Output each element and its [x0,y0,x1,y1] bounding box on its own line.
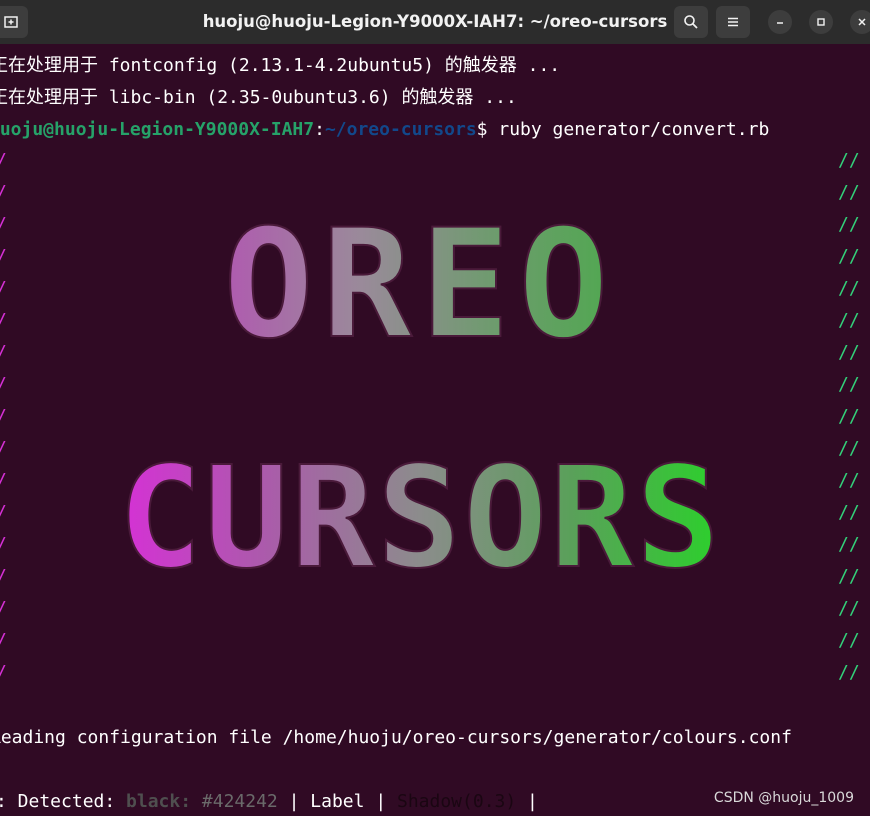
terminal-status-line: : Detected: black: #424242 | Label | Sha… [0,786,538,816]
banner-right-slashes: // [838,342,860,363]
banner-left-slash: / [0,342,7,363]
prompt-user-host: huoju@huoju-Legion-Y9000X-IAH7 [0,119,315,140]
banner-left-slash: / [0,598,7,619]
trigger-package: libc-bin (2.35-0ubuntu3.6) [98,87,402,108]
banner-right-slashes: // [838,470,860,491]
oreo-cursors-logo: OREO CURSORS [100,196,740,630]
banner-left-slash: / [0,438,7,459]
banner-left-slash: / [0,182,7,203]
banner-left-slash: / [0,310,7,331]
status-color-name: black: [126,791,192,812]
banner-top-rule [80,150,804,200]
prompt-colon: : [314,119,325,140]
status-separator-end: | [516,791,538,812]
terminal-prompt-line: huoju@huoju-Legion-Y9000X-IAH7:~/oreo-cu… [0,114,769,146]
banner-left-slash: / [0,662,7,683]
banner-left-slash: / [0,246,7,267]
banner-left-slash: / [0,534,7,555]
close-icon [858,18,866,26]
watermark: CSDN @huoju_1009 [713,790,854,806]
title-bar: huoju@huoju-Legion-Y9000X-IAH7: ~/oreo-c… [0,0,870,44]
banner-left-slash: / [0,630,7,651]
banner-left-slash: / [0,502,7,523]
banner-left-slash: / [0,470,7,491]
banner-bottom-rule [80,662,804,712]
trigger-tail: ... [516,55,561,76]
banner-left-slash: / [0,150,7,171]
status-shadow: Shadow(0.3) [397,791,517,812]
banner-left-slash: / [0,214,7,235]
prompt-dollar: $ [476,119,499,140]
terminal-reading-line: Reading configuration file /home/huoju/o… [0,727,792,748]
status-prefix: : Detected: [0,791,127,812]
search-icon [684,15,698,29]
banner-left-slash: / [0,566,7,587]
banner-right-slashes: // [838,438,860,459]
banner-right-slashes: // [838,214,860,235]
hamburger-menu-icon [728,17,738,27]
banner-right-slashes: // [838,406,860,427]
trigger-suffix: 的触发器 [401,87,474,108]
banner-right-slashes: // [838,598,860,619]
close-button[interactable] [850,10,870,34]
terminal-line-trigger-fontconfig: 正在处理用于 fontconfig (2.13.1-4.2ubuntu5) 的触… [0,50,560,82]
banner-right-slashes: // [838,630,860,651]
banner-right-slashes: // [838,502,860,523]
command-text: ruby generator/convert.rb [498,119,770,140]
banner-right-slashes: // [838,246,860,267]
banner-left-slash: / [0,278,7,299]
banner-right-slashes: // [838,150,860,171]
trigger-package: fontconfig (2.13.1-4.2ubuntu5) [98,55,445,76]
banner-top-dashes [101,182,804,184]
minimize-button[interactable] [768,10,792,34]
banner-right-slashes: // [838,566,860,587]
search-button[interactable] [674,6,708,38]
banner-right-slashes: // [838,182,860,203]
minimize-icon [777,22,783,24]
banner-right-slashes: // [838,534,860,555]
status-hex-value: #424242 [191,791,278,812]
trigger-tail: ... [473,87,517,108]
maximize-button[interactable] [809,10,833,34]
prompt-path: ~/oreo-cursors [324,119,477,140]
status-separator: | Label | [277,791,397,812]
trigger-prefix: 正在处理用于 [0,87,98,108]
banner-bottom-dashes [101,694,804,696]
maximize-icon [817,18,825,26]
trigger-prefix: 正在处理用于 [0,55,98,76]
banner-left-slash: / [0,374,7,395]
logo-art: OREO CURSORS [117,197,722,601]
banner-right-slashes: // [838,374,860,395]
terminal-line-trigger-libc: 正在处理用于 libc-bin (2.35-0ubuntu3.6) 的触发器 .… [0,82,517,114]
logo-line-cursors: CURSORS [118,437,722,600]
banner-right-slashes: // [838,278,860,299]
logo-line-oreo: OREO [223,198,616,372]
banner-left-slash: / [0,406,7,427]
menu-button[interactable] [716,6,750,38]
trigger-suffix: 的触发器 [444,55,517,76]
banner-right-slashes: // [838,662,860,683]
banner-right-slashes: // [838,310,860,331]
